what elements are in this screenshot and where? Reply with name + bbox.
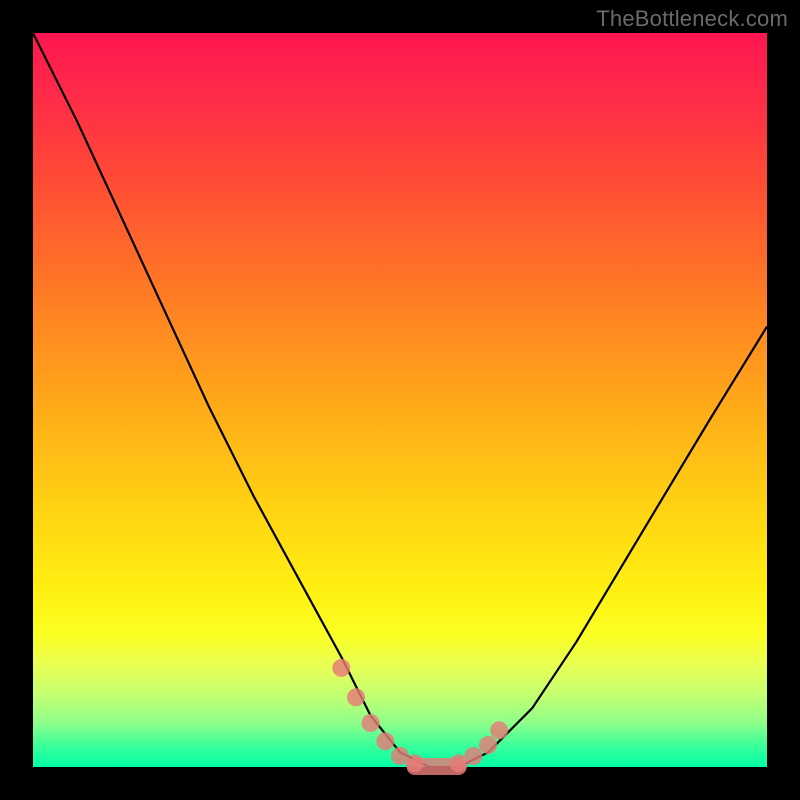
chart-svg (33, 33, 767, 767)
highlight-point (479, 736, 497, 754)
plot-area (33, 33, 767, 767)
watermark-text: TheBottleneck.com (596, 6, 788, 32)
chart-frame: TheBottleneck.com (0, 0, 800, 800)
highlight-point (464, 747, 482, 765)
highlight-point (332, 659, 350, 677)
bottleneck-curve (33, 33, 767, 767)
highlight-point (490, 721, 508, 739)
highlight-point (362, 714, 380, 732)
highlight-markers (332, 659, 508, 775)
highlight-point (376, 732, 394, 750)
highlight-point (347, 688, 365, 706)
highlight-point (406, 754, 424, 772)
